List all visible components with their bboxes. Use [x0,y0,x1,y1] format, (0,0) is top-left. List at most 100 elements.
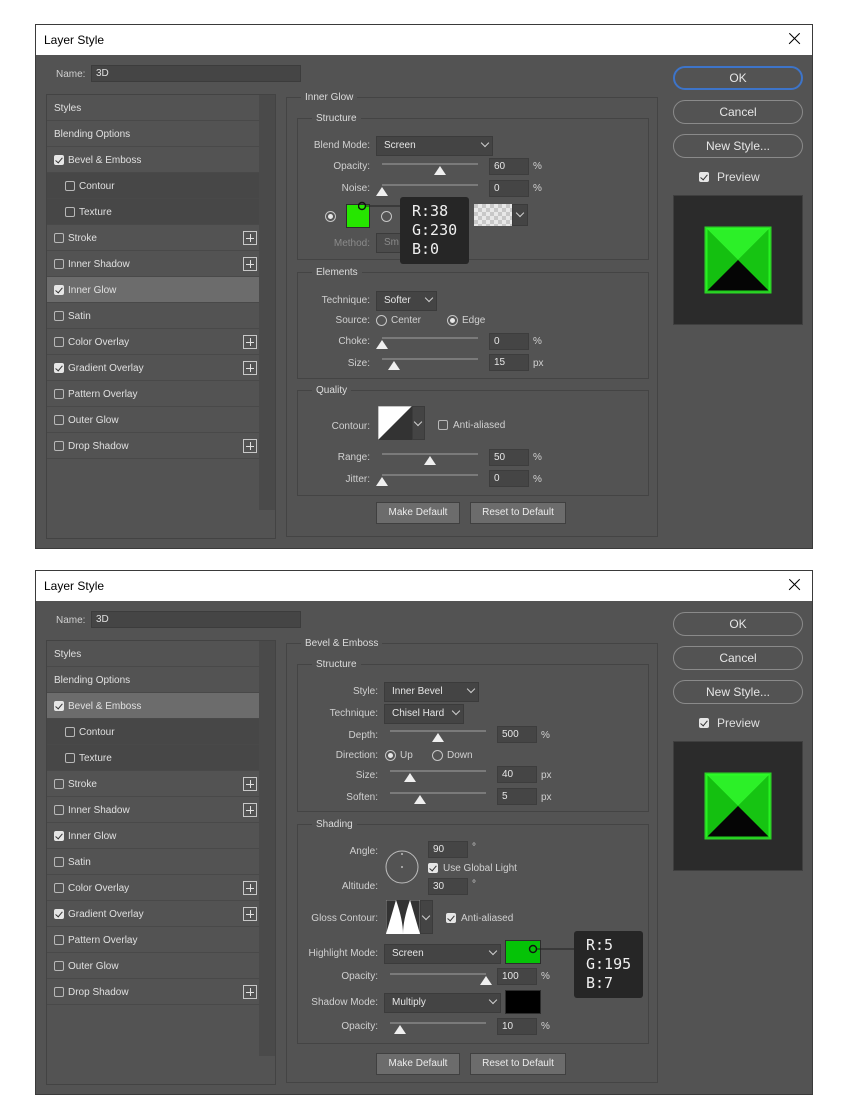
choke-input[interactable]: 0 [489,333,529,350]
opacity-slider[interactable] [382,163,478,165]
direction-down-radio[interactable] [432,750,443,761]
style-item-inner-shadow[interactable]: Inner Shadow [47,797,259,823]
style-item-checkbox[interactable] [54,935,64,945]
style-item-contour[interactable]: Contour [47,719,259,745]
new-style-button[interactable]: New Style... [673,680,803,704]
new-style-button[interactable]: New Style... [673,134,803,158]
anti-aliased-checkbox[interactable] [446,913,456,923]
opacity-input[interactable]: 60 [489,158,529,175]
jitter-slider[interactable] [382,474,478,476]
shadow-mode-dropdown[interactable]: Multiply [384,993,501,1013]
close-icon[interactable] [784,574,806,596]
highlight-mode-dropdown[interactable]: Screen [384,944,501,964]
style-item-checkbox[interactable] [54,259,64,269]
style-item-outer-glow[interactable]: Outer Glow [47,953,259,979]
style-item-styles[interactable]: Styles [47,641,259,667]
style-item-checkbox[interactable] [54,831,64,841]
add-effect-icon[interactable] [243,803,257,817]
depth-input[interactable]: 500 [497,726,537,743]
style-item-satin[interactable]: Satin [47,849,259,875]
style-item-outer-glow[interactable]: Outer Glow [47,407,259,433]
shadow-opacity-slider[interactable] [390,1022,486,1024]
style-item-checkbox[interactable] [54,363,64,373]
style-item-checkbox[interactable] [54,883,64,893]
style-item-checkbox[interactable] [54,805,64,815]
choke-slider-thumb[interactable] [376,340,388,349]
style-item-checkbox[interactable] [65,727,75,737]
style-item-checkbox[interactable] [65,753,75,763]
style-item-checkbox[interactable] [54,857,64,867]
style-dropdown[interactable]: Inner Bevel [384,682,479,702]
name-field[interactable]: 3D [91,65,301,82]
add-effect-icon[interactable] [243,439,257,453]
gloss-contour-dropdown[interactable] [420,900,433,934]
noise-slider-thumb[interactable] [376,187,388,196]
style-item-checkbox[interactable] [54,415,64,425]
direction-up-radio[interactable] [385,750,396,761]
add-effect-icon[interactable] [243,257,257,271]
shadow-color-swatch[interactable] [505,990,541,1014]
solid-color-radio[interactable] [325,211,336,222]
style-item-inner-shadow[interactable]: Inner Shadow [47,251,259,277]
styles-list-scrollbar[interactable] [259,95,275,510]
style-item-color-overlay[interactable]: Color Overlay [47,329,259,355]
make-default-button[interactable]: Make Default [376,1053,460,1075]
opacity-slider-thumb[interactable] [433,166,446,175]
gradient-dropdown[interactable] [512,204,528,226]
style-item-texture[interactable]: Texture [47,745,259,771]
reset-to-default-button[interactable]: Reset to Default [470,1053,566,1075]
range-input[interactable]: 50 [489,449,529,466]
noise-input[interactable]: 0 [489,180,529,197]
contour-dropdown[interactable] [412,406,425,440]
style-item-stroke[interactable]: Stroke [47,771,259,797]
style-item-checkbox[interactable] [54,285,64,295]
style-item-checkbox[interactable] [54,909,64,919]
ok-button[interactable]: OK [673,66,803,90]
add-effect-icon[interactable] [243,231,257,245]
style-item-pattern-overlay[interactable]: Pattern Overlay [47,927,259,953]
preview-checkbox[interactable] [699,172,709,182]
ok-button[interactable]: OK [673,612,803,636]
highlight-opacity-input[interactable]: 100 [497,968,537,985]
source-edge-radio[interactable] [447,315,458,326]
preview-checkbox[interactable] [699,718,709,728]
range-slider-thumb[interactable] [424,456,436,465]
style-item-checkbox[interactable] [54,701,64,711]
style-item-gradient-overlay[interactable]: Gradient Overlay [47,901,259,927]
contour-preview[interactable] [378,406,412,440]
depth-slider-thumb[interactable] [432,733,444,742]
make-default-button[interactable]: Make Default [376,502,460,524]
style-item-stroke[interactable]: Stroke [47,225,259,251]
style-item-contour[interactable]: Contour [47,173,259,199]
style-item-styles[interactable]: Styles [47,95,259,121]
size-slider[interactable] [390,770,486,772]
style-item-blending-options[interactable]: Blending Options [47,667,259,693]
range-slider[interactable] [382,453,478,455]
size-slider[interactable] [382,358,478,360]
technique-dropdown[interactable]: Softer [376,291,437,311]
style-item-checkbox[interactable] [54,987,64,997]
name-field[interactable]: 3D [91,611,301,628]
noise-slider[interactable] [382,184,478,186]
highlight-opacity-slider[interactable] [390,973,486,975]
choke-slider[interactable] [382,337,478,339]
add-effect-icon[interactable] [243,907,257,921]
gloss-contour-preview[interactable] [386,900,420,934]
size-slider-thumb[interactable] [388,361,400,370]
blend-mode-dropdown[interactable]: Screen [376,136,493,156]
style-item-gradient-overlay[interactable]: Gradient Overlay [47,355,259,381]
style-item-checkbox[interactable] [54,961,64,971]
reset-to-default-button[interactable]: Reset to Default [470,502,566,524]
angle-input[interactable]: 90 [428,841,468,858]
jitter-input[interactable]: 0 [489,470,529,487]
style-item-checkbox[interactable] [54,155,64,165]
technique-dropdown[interactable]: Chisel Hard [384,704,464,724]
style-item-checkbox[interactable] [54,441,64,451]
style-item-blending-options[interactable]: Blending Options [47,121,259,147]
depth-slider[interactable] [390,730,486,732]
shadow-opacity-input[interactable]: 10 [497,1018,537,1035]
cancel-button[interactable]: Cancel [673,100,803,124]
jitter-slider-thumb[interactable] [376,477,388,486]
styles-list-scrollbar[interactable] [259,641,275,1056]
highlight-opacity-slider-thumb[interactable] [480,976,492,985]
